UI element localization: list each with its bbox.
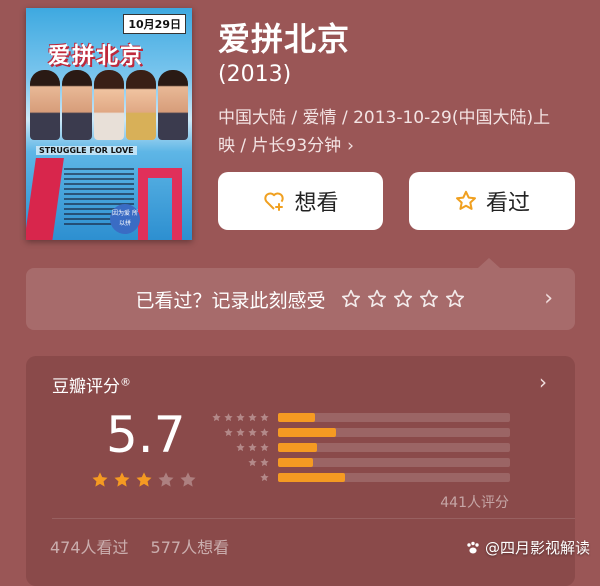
star-small-icon <box>260 428 269 437</box>
watermark: @四月影视解读 <box>465 537 590 558</box>
movie-meta-line1: 中国大陆 / 爱情 / 2013-10-29(中国大陆)上 <box>218 108 551 128</box>
star-outline-icon[interactable] <box>340 288 362 310</box>
rating-bar-stars <box>210 412 270 423</box>
star-small-icon <box>224 428 233 437</box>
rating-score: 5.7 <box>106 406 186 464</box>
rating-bar-stars <box>210 442 270 453</box>
poster-badge: 因为爱 所以拼 <box>110 204 140 234</box>
poster-title: 爱拼北京 <box>48 44 145 69</box>
seen-count[interactable]: 474人看过 <box>50 534 129 558</box>
paw-icon <box>467 541 479 553</box>
rating-bar-track <box>278 473 510 482</box>
rating-bar-4-star <box>210 425 510 440</box>
star-small-icon <box>236 428 245 437</box>
star-small-icon <box>260 413 269 422</box>
star-small-icon <box>260 458 269 467</box>
poster-date: 10月29日 <box>123 14 186 34</box>
movie-title: 爱拼北京 <box>218 20 351 58</box>
rating-title[interactable]: 豆瓣评分® <box>52 372 131 397</box>
rating-bar-track <box>278 428 510 437</box>
star-icon <box>455 190 476 210</box>
rating-bar-track <box>278 413 510 422</box>
star-empty-icon <box>158 472 174 487</box>
rating-bar-fill <box>278 413 316 422</box>
registered-mark: ® <box>120 375 131 389</box>
watched-button[interactable]: 看过 <box>409 172 575 230</box>
rating-bar-fill <box>278 443 318 452</box>
star-outline-icon[interactable] <box>392 288 414 310</box>
star-small-icon <box>236 413 245 422</box>
want-to-watch-button[interactable]: 想看 <box>218 172 383 230</box>
star-small-icon <box>248 428 257 437</box>
star-small-icon <box>260 473 269 482</box>
divider <box>52 518 575 519</box>
movie-poster[interactable]: 10月29日 爱拼北京 STRUGGLE FOR LOVE 因为爱 所以拼 <box>26 8 192 240</box>
star-filled-icon <box>114 472 130 487</box>
rating-bar-3-star <box>210 440 510 455</box>
record-stars[interactable] <box>340 288 466 310</box>
chevron-right-icon: › <box>544 286 553 311</box>
star-outline-icon[interactable] <box>366 288 388 310</box>
want-count[interactable]: 577人想看 <box>151 534 230 558</box>
star-small-icon <box>236 443 245 452</box>
rating-bar-fill <box>278 473 346 482</box>
movie-meta-line2: 映 / 片长93分钟 <box>218 136 342 156</box>
star-small-icon <box>248 413 257 422</box>
star-filled-icon <box>136 472 152 487</box>
poster-tagline: STRUGGLE FOR LOVE <box>36 146 137 155</box>
star-outline-icon[interactable] <box>444 288 466 310</box>
movie-meta[interactable]: 中国大陆 / 爱情 / 2013-10-29(中国大陆)上 映 / 片长93分钟… <box>218 104 578 160</box>
movie-year: (2013) <box>218 62 292 87</box>
rating-bar-stars <box>210 427 270 438</box>
poster-cast-photos <box>30 70 188 140</box>
rating-bar-stars <box>210 472 270 483</box>
rating-bar-track <box>278 443 510 452</box>
heart-add-icon <box>264 192 285 211</box>
record-prompt: 已看过？记录此刻感受 <box>135 289 326 312</box>
star-outline-icon[interactable] <box>418 288 440 310</box>
star-small-icon <box>248 443 257 452</box>
rating-bar-1-star <box>210 470 510 485</box>
rating-bar-5-star <box>210 410 510 425</box>
star-small-icon <box>224 413 233 422</box>
rating-bar-fill <box>278 458 313 467</box>
chevron-right-icon: › <box>347 136 354 156</box>
rating-bar-stars <box>210 457 270 468</box>
want-to-watch-label: 想看 <box>294 191 339 216</box>
rating-footer: 474人看过 577人想看 <box>50 534 229 558</box>
rating-bar-track <box>278 458 510 467</box>
watched-label: 看过 <box>485 191 530 216</box>
watermark-text: @四月影视解读 <box>484 539 590 557</box>
rating-score-stars <box>90 470 198 490</box>
rating-distribution <box>210 410 510 485</box>
star-filled-icon <box>92 472 108 487</box>
rating-bar-2-star <box>210 455 510 470</box>
star-empty-icon <box>180 472 196 487</box>
star-small-icon <box>212 413 221 422</box>
star-small-icon <box>248 458 257 467</box>
rating-count: 441人评分 <box>440 495 509 511</box>
chevron-right-icon[interactable]: › <box>539 370 547 394</box>
star-small-icon <box>260 443 269 452</box>
record-feeling-bar[interactable]: 已看过？记录此刻感受 › <box>26 268 575 330</box>
rating-bar-fill <box>278 428 336 437</box>
